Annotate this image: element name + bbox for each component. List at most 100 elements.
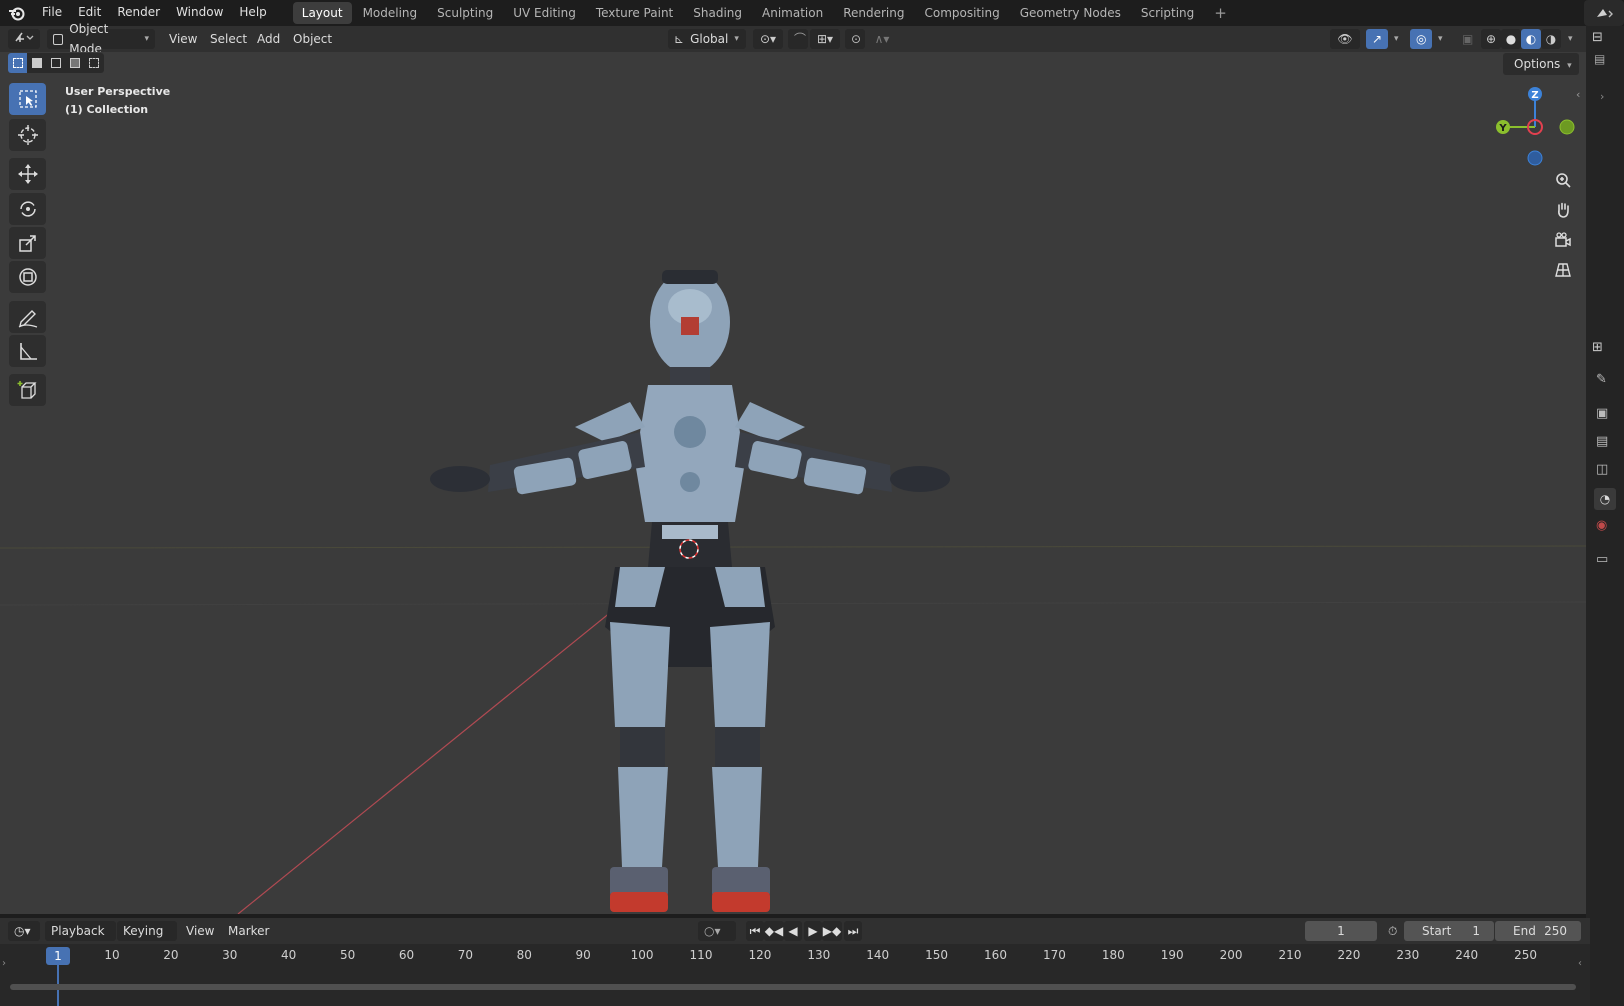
tab-animation[interactable]: Animation [753,2,832,24]
right-panels-edge: ⊟ ▤ › ⊞ ✎ ▣ ▤ ◫ ◔ ◉ ▭ [1586,26,1624,1006]
shading-solid-icon[interactable]: ● [1501,29,1521,49]
menu-add[interactable]: Add [251,29,286,49]
transform-orientation-selector[interactable]: ⊾ Global ▾ [668,29,746,49]
overlay-dropdown-icon[interactable]: ▾ [1432,29,1446,49]
perspective-toggle-button[interactable] [1550,257,1576,283]
gizmo-toggle-icon[interactable]: ↗ [1366,29,1388,49]
tool-scale[interactable] [9,227,46,259]
shading-rendered-icon[interactable]: ◑ [1541,29,1561,49]
zoom-button[interactable] [1550,167,1576,193]
pivot-point-icon[interactable]: ⊙▾ [753,29,783,49]
playhead[interactable]: 1 [46,947,70,965]
play-button[interactable]: ▶ [804,921,822,941]
menu-file[interactable]: File [34,0,70,26]
timeline-menu-view[interactable]: View [180,921,220,941]
ruler-tick-label: 100 [630,948,654,962]
blender-logo-icon[interactable] [0,0,34,26]
shading-dropdown-icon[interactable]: ▾ [1562,29,1576,49]
sidebar-toggle-icon[interactable]: ‹ [1576,88,1580,101]
ruler-tick-label: 30 [222,948,238,962]
timeline-body[interactable]: 10 20 30 40 50 60 70 80 90 100 110 120 130 140 150 160 1… [0,944,1590,1006]
tab-geometry-nodes[interactable]: Geometry Nodes [1011,2,1130,24]
jump-keyframe-forward-button[interactable]: ▶◆ [822,921,842,941]
auto-keying-toggle[interactable]: ○▾ [698,921,736,941]
navigation-gizmo[interactable]: Z Y [1490,82,1580,172]
rotate-icon [19,201,36,217]
tab-uv-editing[interactable]: UV Editing [504,2,585,24]
outliner-editor-type-icon[interactable]: ⊟ [1592,30,1603,45]
jump-keyframe-back-button[interactable]: ◆◀ [764,921,784,941]
tool-cursor[interactable] [9,119,46,151]
visibility-icon[interactable]: 👁▾ [1330,29,1360,66]
keying-menu[interactable]: Keying ▾ [117,921,177,958]
tab-layout[interactable]: Layout [292,2,352,24]
menu-help[interactable]: Help [231,0,274,26]
falloff-icon[interactable]: ∧▾ [867,29,897,49]
tab-rendering[interactable]: Rendering [834,2,913,24]
collection-properties-icon[interactable]: ▭ [1596,552,1608,567]
properties-editor-type-icon[interactable]: ⊞ [1592,340,1603,355]
camera-view-button[interactable] [1550,227,1576,253]
mode-selector[interactable]: Object Mode ▾ [47,22,155,56]
jump-end-button[interactable]: ⏭ [844,921,862,941]
menu-select[interactable]: Select [204,29,253,49]
timeline-menu-marker[interactable]: Marker [222,921,275,941]
tool-select-box[interactable] [9,83,46,115]
tool-add-cube[interactable] [9,374,46,406]
timeline-expand-icon[interactable]: › [2,958,6,969]
pan-button[interactable] [1550,197,1576,223]
shading-wireframe-icon[interactable]: ⊕ [1481,29,1501,49]
timeline-editor-type-icon[interactable]: ◷▾ [8,921,40,941]
timeline-scrollbar[interactable] [10,984,1576,990]
menu-object[interactable]: Object [287,29,338,49]
editor-type-icon[interactable] [8,29,40,49]
scene-properties-icon[interactable]: ◔ [1594,488,1616,510]
outliner-filter-icon[interactable]: ▤ [1594,52,1605,66]
add-workspace-button[interactable]: + [1205,2,1236,24]
current-frame-field[interactable]: 1 [1305,921,1377,941]
tab-modeling[interactable]: Modeling [354,2,427,24]
gizmo-z-label: Z [1531,90,1538,101]
gizmo-dropdown-icon[interactable]: ▾ [1388,29,1402,49]
tab-compositing[interactable]: Compositing [915,2,1008,24]
viewport-header: Object Mode ▾ View Select Add Object ⊾ G… [0,22,1590,66]
proportional-edit-icon[interactable]: ⊙ [845,29,865,49]
playback-menu[interactable]: Playback ▾ [45,921,116,958]
gizmo-neg-z-axis [1527,150,1543,166]
render-properties-icon[interactable]: ▣ [1596,406,1608,421]
menu-view[interactable]: View [163,29,203,49]
tab-sculpting[interactable]: Sculpting [428,2,502,24]
tool-rotate[interactable] [9,193,46,225]
tab-texture-paint[interactable]: Texture Paint [587,2,682,24]
outliner-expand-icon[interactable]: › [1600,90,1604,103]
play-reverse-button[interactable]: ◀ [784,921,802,941]
shading-material-icon[interactable]: ◐ [1521,29,1541,49]
tool-annotate[interactable] [9,301,46,333]
3d-viewport[interactable]: User Perspective (1) Collection Options … [0,52,1586,914]
character-model[interactable] [430,267,950,914]
jump-start-button[interactable]: ⏮ [746,921,764,941]
tool-properties-icon[interactable]: ✎ [1596,372,1607,387]
scene-selector-icon[interactable] [1584,0,1624,26]
ruler-tick-label: 40 [281,948,297,962]
preview-range-icon[interactable]: ⏱ [1382,921,1404,941]
tab-scripting[interactable]: Scripting [1132,2,1203,24]
tool-transform[interactable] [9,261,46,293]
ruler-tick-label: 220 [1337,948,1361,962]
view-layer-properties-icon[interactable]: ◫ [1596,462,1608,477]
start-frame-field[interactable]: Start 1 [1404,921,1494,941]
overlay-toggle-icon[interactable]: ◎ [1410,29,1432,49]
playhead-frame-label: 1 [54,949,62,963]
menu-window[interactable]: Window [168,0,231,26]
timeline-sidebar-toggle-icon[interactable]: ‹ [1578,958,1582,969]
world-properties-icon[interactable]: ◉ [1596,518,1607,533]
snap-toggle-icon[interactable]: ⌒ [788,29,808,49]
tab-shading[interactable]: Shading [684,2,751,24]
ruler-tick-label: 170 [1042,948,1066,962]
snap-target-icon[interactable]: ⊞▾ [810,29,840,49]
output-properties-icon[interactable]: ▤ [1596,434,1608,449]
tool-measure[interactable] [9,335,46,367]
tool-move[interactable] [9,158,46,190]
xray-toggle-icon[interactable]: ▣ [1456,29,1476,49]
end-frame-field[interactable]: End 250 [1495,921,1581,941]
